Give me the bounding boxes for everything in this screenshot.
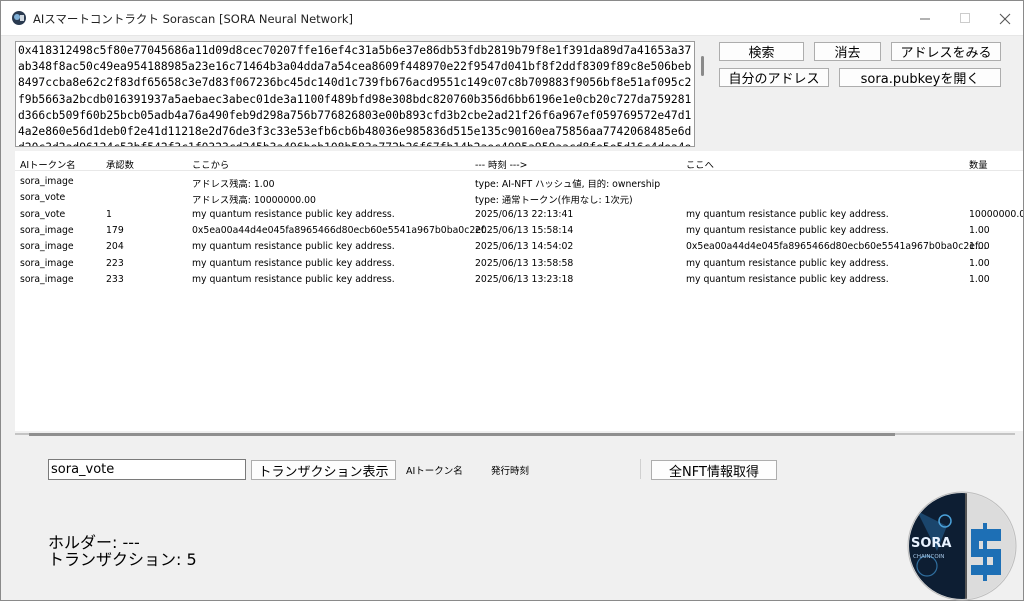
maximize-icon [959, 13, 970, 23]
minimize-icon [919, 18, 930, 20]
cell-time: type: AI-NFT ハッシュ値, 目的: ownership [475, 179, 661, 190]
table-row[interactable]: sora_image 204 my quantum resistance publi… [15, 240, 1023, 256]
cell-to: my quantum resistance public key address… [686, 224, 889, 236]
cell-time: 2025/06/13 22:13:41 [475, 208, 574, 220]
table-row[interactable]: sora_vote 1 my quantum resistance public k… [15, 208, 1023, 224]
clear-button[interactable]: 消去 [814, 42, 881, 61]
column-header-amount[interactable]: 数量 [969, 157, 988, 171]
header-divider [15, 170, 1023, 171]
get-all-nft-button[interactable]: 全NFT情報取得 [651, 460, 777, 480]
column-header-from[interactable]: ここから [192, 157, 229, 171]
app-window: AIスマートコントラクト Sorascan [SORA Neural Netwo… [0, 0, 1024, 601]
cell-approvals: 179 [106, 224, 124, 236]
table-row[interactable]: sora_vote アドレス残高: 10000000.00 type: 通常トークン… [15, 191, 1023, 207]
cell-amount: 10000000.0 [969, 208, 1023, 220]
column-header-token-name[interactable]: AIトークン名 [20, 157, 76, 171]
cell-approvals: 204 [106, 241, 124, 253]
cell-from: 0x5ea00a44d4e045fa8965466d80ecb60e5541a9… [192, 224, 493, 236]
cell-token-name: sora_image [20, 176, 74, 187]
table-row[interactable]: sora_image 233 my quantum resistance publi… [15, 273, 1023, 289]
close-button[interactable] [985, 1, 1024, 36]
cell-token-name: sora_vote [20, 192, 66, 204]
cell-from: my quantum resistance public key address… [192, 273, 395, 285]
cell-time: type: 通常トークン(作用なし: 1次元) [475, 195, 633, 207]
cell-amount: 1.00 [969, 257, 990, 269]
column-header-approvals[interactable]: 承認数 [106, 157, 134, 171]
cell-to: my quantum resistance public key address… [686, 208, 889, 220]
table-row[interactable]: sora_image アドレス残高: 1.00 type: AI-NFT ハッシュ値… [15, 175, 1023, 191]
cell-token-name: sora_image [20, 257, 74, 269]
sora-chaincoin-logo: SORA CHAINCOIN [907, 491, 1017, 601]
cell-amount: 1.00 [969, 273, 990, 285]
window-title: AIスマートコントラクト Sorascan [SORA Neural Netwo… [33, 12, 353, 26]
cell-from: my quantum resistance public key address… [192, 208, 395, 220]
cell-token-name: sora_image [20, 241, 74, 253]
token-name-input[interactable] [48, 459, 246, 480]
view-address-button[interactable]: アドレスをみる [891, 42, 1001, 61]
table-row[interactable]: sora_image 223 my quantum resistance publi… [15, 257, 1023, 273]
my-address-button[interactable]: 自分のアドレス [719, 68, 829, 87]
cell-token-name: sora_image [20, 224, 74, 236]
close-icon [999, 13, 1011, 24]
issue-time-label: 発行時刻 [491, 466, 530, 477]
column-header-to[interactable]: ここへ [686, 157, 714, 171]
transactions-table: AIトークン名 承認数 ここから --- 時刻 ---> ここへ 数量 sora… [15, 151, 1023, 431]
cell-approvals: 233 [106, 273, 124, 285]
cell-token-name: sora_image [20, 273, 74, 285]
column-header-time[interactable]: --- 時刻 ---> [475, 157, 527, 171]
cell-time: 2025/06/13 13:58:58 [475, 257, 574, 269]
cell-time: 2025/06/13 14:54:02 [475, 241, 574, 253]
cell-time: 2025/06/13 13:23:18 [475, 273, 574, 285]
token-name-label: AIトークン名 [406, 466, 463, 477]
cell-token-name: sora_vote [20, 208, 66, 220]
cell-to: 0x5ea00a44d4e045fa8965466d80ecb60e5541a9… [686, 241, 987, 253]
minimize-button[interactable] [905, 1, 945, 36]
separator [640, 459, 641, 479]
address-text[interactable]: 0x418312498c5f80e77045686a11d09d8cec7020… [18, 43, 694, 146]
logo-subtext: CHAINCOIN [913, 554, 944, 560]
maximize-button[interactable] [945, 1, 985, 36]
cell-to: my quantum resistance public key address… [686, 257, 889, 269]
transaction-count-text: トランザクション: 5 [48, 550, 197, 569]
title-bar: AIスマートコントラクト Sorascan [SORA Neural Netwo… [1, 1, 1023, 36]
horizontal-scrollbar-thumb[interactable] [29, 433, 895, 436]
address-textarea[interactable]: 0x418312498c5f80e77045686a11d09d8cec7020… [15, 41, 695, 147]
show-transactions-button[interactable]: トランザクション表示 [251, 460, 396, 480]
cell-to: my quantum resistance public key address… [686, 273, 889, 285]
cell-approvals: 223 [106, 257, 124, 269]
cell-from: アドレス残高: 10000000.00 [192, 195, 316, 207]
open-pubkey-button[interactable]: sora.pubkeyを開く [839, 68, 1001, 87]
cell-time: 2025/06/13 15:58:14 [475, 224, 574, 236]
cell-from: my quantum resistance public key address… [192, 257, 395, 269]
cell-from: アドレス残高: 1.00 [192, 179, 275, 190]
app-icon [12, 11, 26, 25]
cell-amount: 1.00 [969, 224, 990, 236]
address-scrollbar[interactable] [701, 56, 704, 76]
table-row[interactable]: sora_image 179 0x5ea00a44d4e045fa8965466d8… [15, 224, 1023, 240]
search-button[interactable]: 検索 [719, 42, 804, 61]
cell-amount: 1.00 [969, 241, 990, 253]
cell-approvals: 1 [106, 208, 112, 220]
cell-from: my quantum resistance public key address… [192, 241, 395, 253]
logo-text: SORA [911, 536, 952, 551]
